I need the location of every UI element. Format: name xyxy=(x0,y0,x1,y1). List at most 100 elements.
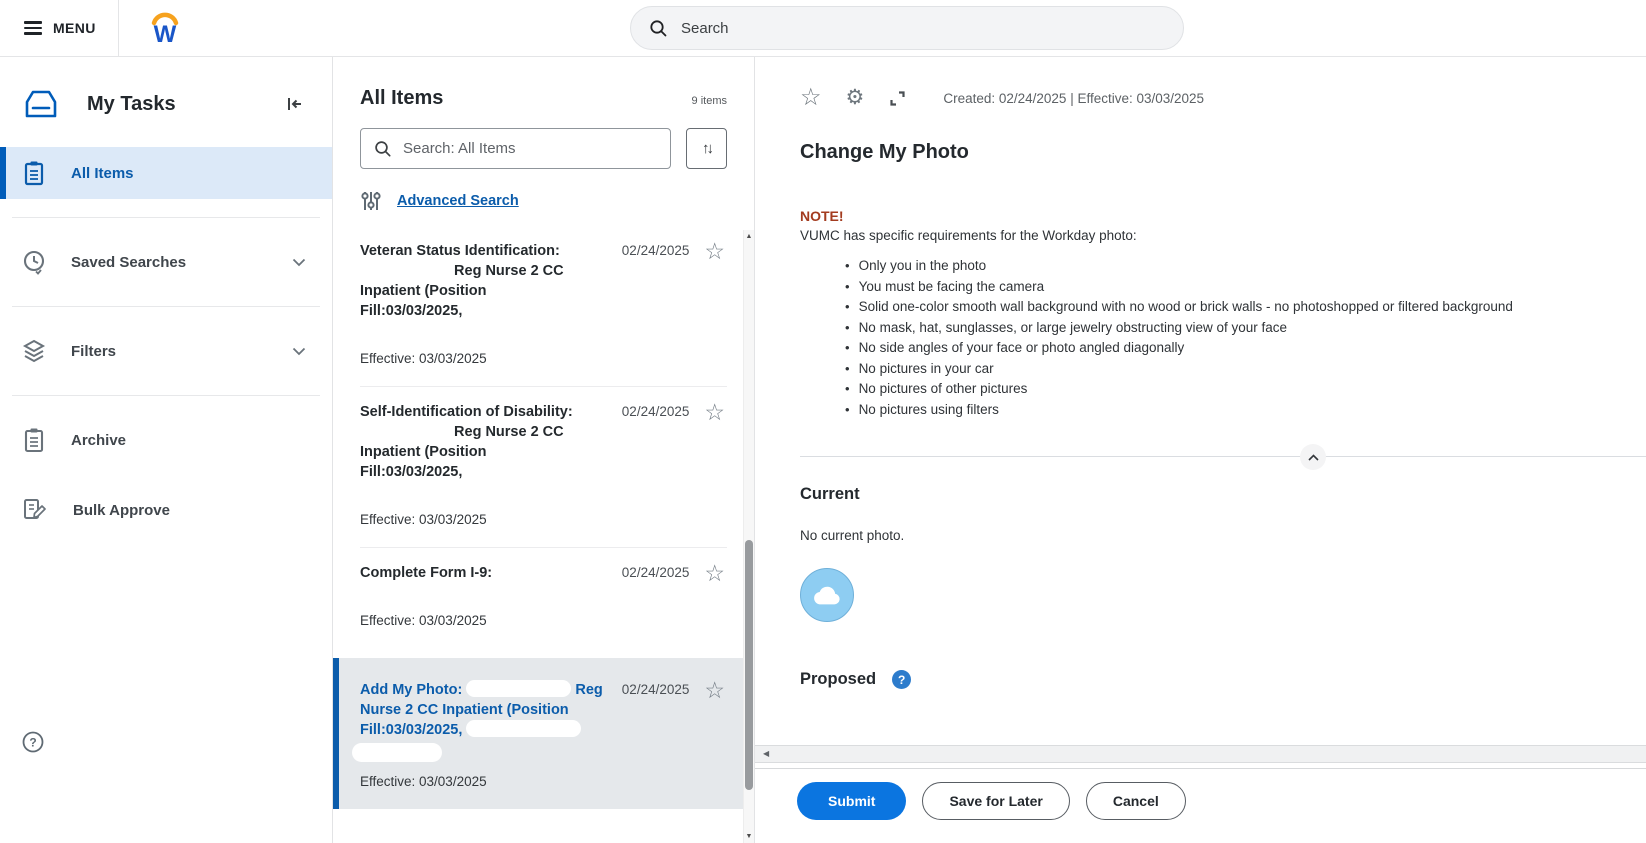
sidebar-item-label: Bulk Approve xyxy=(73,502,332,519)
clipboard-icon xyxy=(22,427,46,453)
svg-text:W: W xyxy=(154,21,177,48)
clock-icon xyxy=(22,249,46,275)
chevron-down-icon xyxy=(292,258,306,267)
global-search-input[interactable] xyxy=(681,20,1165,37)
divider xyxy=(12,395,320,396)
detail-content: ☆ ⚙ Created: 02/24/2025 | Effective: 03/… xyxy=(755,57,1646,745)
task-detail-panel: ☆ ⚙ Created: 02/24/2025 | Effective: 03/… xyxy=(755,57,1646,843)
requirement-item: No side angles of your face or photo ang… xyxy=(845,338,1622,359)
save-for-later-button[interactable]: Save for Later xyxy=(922,782,1069,820)
requirement-item: Solid one-color smooth wall background w… xyxy=(845,297,1622,318)
sidebar-item-label: Saved Searches xyxy=(71,254,292,271)
photo-requirements-list: Only you in the photo You must be facing… xyxy=(845,256,1622,420)
item-count: 9 items xyxy=(692,95,727,107)
task-row-selected[interactable]: Add My Photo: Reg Nurse 2 CC Inpatient (… xyxy=(333,658,754,809)
requirement-item: Only you in the photo xyxy=(845,256,1622,277)
note-intro: VUMC has specific requirements for the W… xyxy=(800,228,1622,243)
advanced-search-link[interactable]: Advanced Search xyxy=(397,193,519,209)
divider xyxy=(12,306,320,307)
layers-icon xyxy=(22,339,46,363)
page-title: Change My Photo xyxy=(800,141,1622,164)
scroll-up-icon[interactable]: ▲ xyxy=(744,233,754,240)
proposed-section-heading: Proposed xyxy=(800,670,876,689)
sort-button[interactable]: ↑↓ xyxy=(686,128,727,169)
divider xyxy=(12,217,320,218)
sidebar-item-bulk-approve[interactable]: Bulk Approve xyxy=(0,484,332,536)
photo-placeholder-avatar xyxy=(800,568,854,622)
clipboard-icon xyxy=(22,160,46,186)
created-effective-meta: Created: 02/24/2025 | Effective: 03/03/2… xyxy=(943,91,1204,106)
task-effective-date: Effective: 03/03/2025 xyxy=(360,351,622,366)
gear-icon[interactable]: ⚙ xyxy=(846,87,865,109)
cloud-icon xyxy=(811,583,843,607)
sidebar-item-label: Archive xyxy=(71,432,332,449)
task-row[interactable]: Self-Identification of Disability: Reg N… xyxy=(360,387,727,548)
sidebar-item-filters[interactable]: Filters xyxy=(0,325,332,377)
collapse-section-button[interactable] xyxy=(1300,444,1326,470)
search-icon xyxy=(649,19,668,38)
search-icon xyxy=(374,140,392,158)
task-title: Veteran Status Identification: Reg Nurse… xyxy=(360,241,590,321)
hamburger-icon xyxy=(24,21,42,35)
task-date: 02/24/2025 xyxy=(622,565,690,580)
sidebar-item-all-items[interactable]: All Items xyxy=(0,147,332,199)
topbar: MENU W xyxy=(0,0,1646,57)
task-effective-date: Effective: 03/03/2025 xyxy=(360,613,622,628)
sliders-icon xyxy=(360,190,382,212)
document-edit-icon xyxy=(22,497,48,523)
star-icon[interactable]: ☆ xyxy=(704,402,725,422)
task-date: 02/24/2025 xyxy=(622,404,690,419)
help-question-icon[interactable]: ? xyxy=(892,670,911,689)
task-list: Veteran Status Identification: Reg Nurse… xyxy=(360,226,727,809)
chevron-up-icon xyxy=(1308,454,1319,461)
task-title: Self-Identification of Disability: Reg N… xyxy=(360,402,590,482)
redacted-text xyxy=(360,422,450,439)
my-tasks-tray-icon xyxy=(20,85,62,123)
scroll-down-icon[interactable]: ▼ xyxy=(744,833,754,840)
favorite-star-icon[interactable]: ☆ xyxy=(800,87,822,109)
star-icon[interactable]: ☆ xyxy=(704,563,725,583)
submit-button[interactable]: Submit xyxy=(797,782,906,820)
menu-button[interactable]: MENU xyxy=(24,20,96,36)
list-search xyxy=(360,128,671,169)
sidebar-title: My Tasks xyxy=(87,93,285,116)
action-footer: Submit Save for Later Cancel xyxy=(755,768,1646,843)
horizontal-scrollbar[interactable]: ◀ xyxy=(755,745,1646,763)
task-title: Complete Form I-9: xyxy=(360,563,590,583)
requirement-item: No pictures in your car xyxy=(845,359,1622,380)
requirement-item: You must be facing the camera xyxy=(845,277,1622,298)
collapse-sidebar-icon[interactable] xyxy=(285,95,304,113)
task-row[interactable]: Complete Form I-9: Effective: 03/03/2025… xyxy=(360,548,727,658)
workday-logo[interactable]: W xyxy=(147,8,183,48)
list-search-input[interactable] xyxy=(403,140,657,157)
expand-icon[interactable] xyxy=(888,89,907,108)
star-icon[interactable]: ☆ xyxy=(704,680,725,700)
menu-label: MENU xyxy=(53,20,96,36)
redacted-text xyxy=(466,720,581,737)
scrollbar-thumb[interactable] xyxy=(745,540,753,790)
task-list-panel: All Items 9 items ↑↓ Advanced Search xyxy=(333,57,755,843)
chevron-down-icon xyxy=(292,347,306,356)
requirement-item: No pictures of other pictures xyxy=(845,379,1622,400)
sidebar: My Tasks All Items Saved Searches Filter… xyxy=(0,57,333,843)
task-row[interactable]: Veteran Status Identification: Reg Nurse… xyxy=(360,226,727,387)
redacted-text xyxy=(352,743,442,762)
redacted-text xyxy=(466,680,571,697)
list-scrollbar[interactable]: ▲ ▼ xyxy=(743,230,754,843)
task-effective-date: Effective: 03/03/2025 xyxy=(360,512,622,527)
task-date: 02/24/2025 xyxy=(622,243,690,258)
help-icon[interactable]: ? xyxy=(22,731,44,753)
star-icon[interactable]: ☆ xyxy=(704,241,725,261)
sidebar-item-saved-searches[interactable]: Saved Searches xyxy=(0,236,332,288)
list-heading: All Items xyxy=(360,87,692,110)
sort-arrows-icon: ↑↓ xyxy=(702,140,711,157)
task-title: Add My Photo: Reg Nurse 2 CC Inpatient (… xyxy=(360,680,608,762)
sidebar-item-archive[interactable]: Archive xyxy=(0,414,332,466)
current-section-heading: Current xyxy=(800,485,1622,504)
task-date: 02/24/2025 xyxy=(622,682,690,697)
scroll-left-icon[interactable]: ◀ xyxy=(763,749,769,758)
no-current-photo-text: No current photo. xyxy=(800,528,1622,543)
global-search xyxy=(630,6,1184,50)
cancel-button[interactable]: Cancel xyxy=(1086,782,1186,820)
task-effective-date: Effective: 03/03/2025 xyxy=(360,774,622,789)
